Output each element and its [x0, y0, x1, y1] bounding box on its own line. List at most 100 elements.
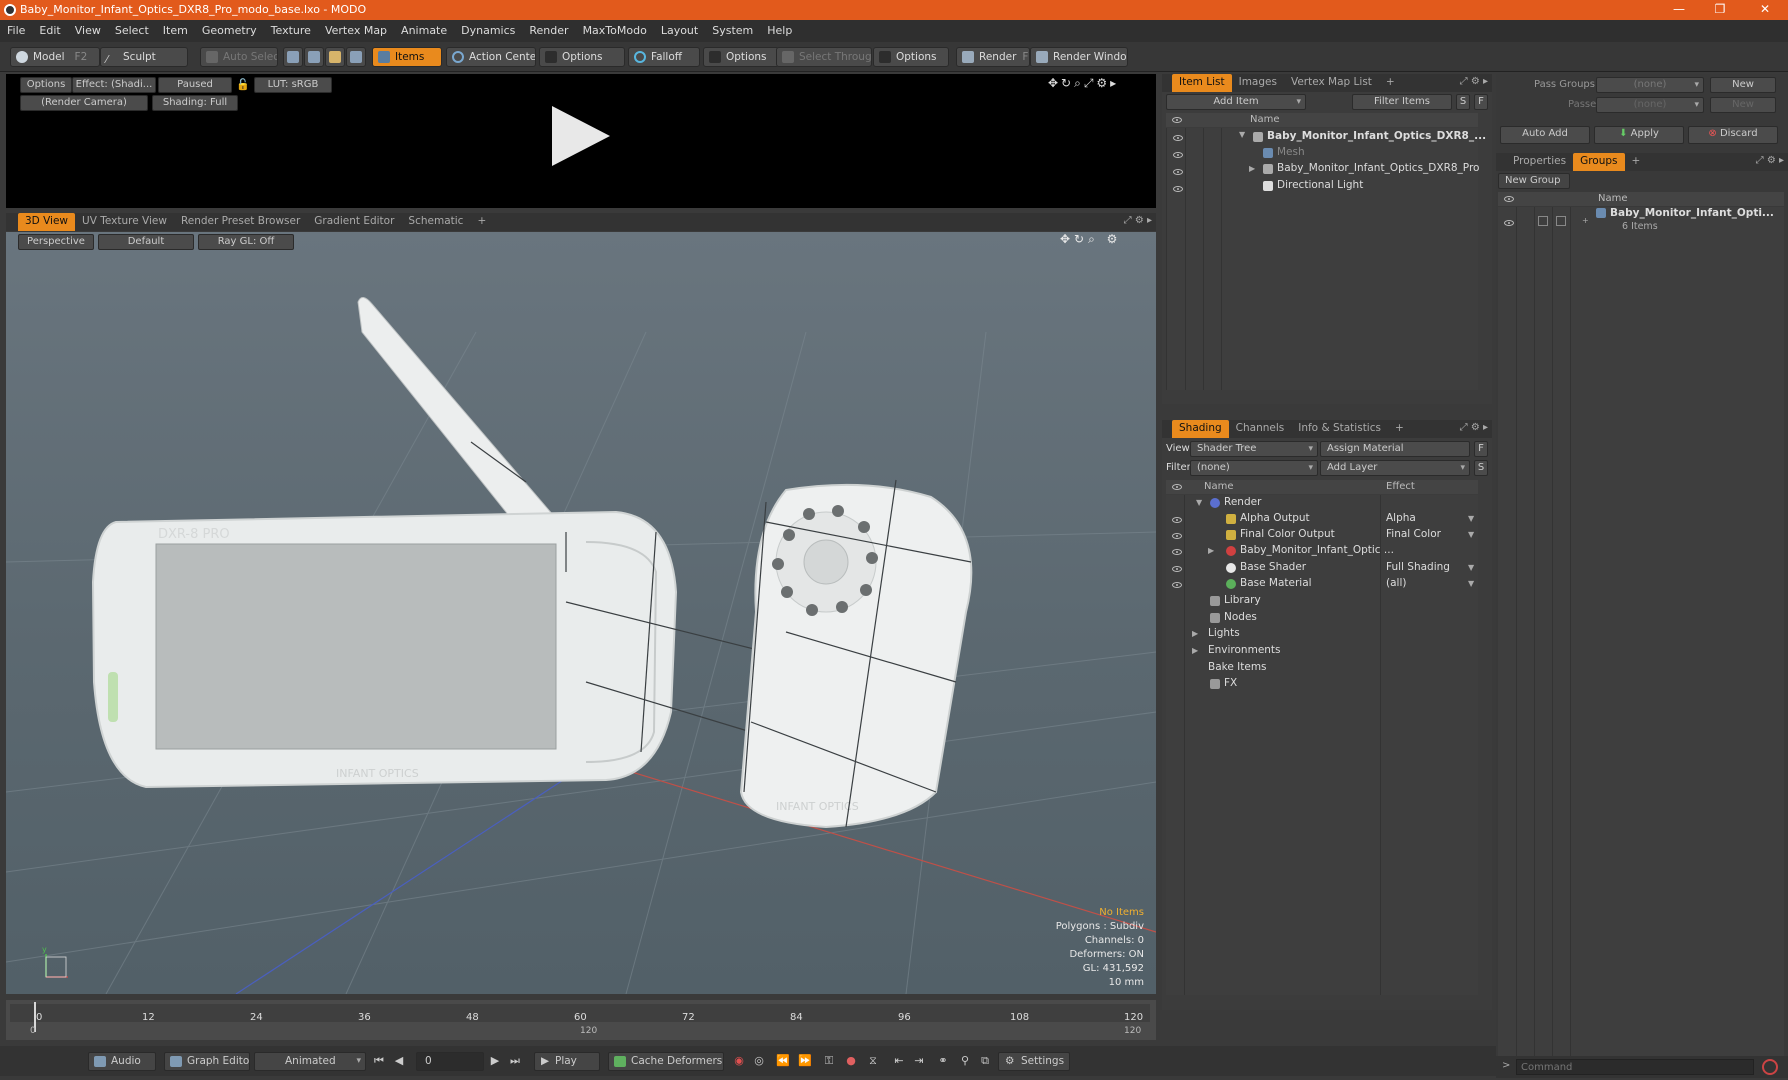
tab-vertex-map-list[interactable]: Vertex Map List	[1284, 74, 1379, 92]
preview-view-controls[interactable]: ✥↻⌕⤢⚙▸	[1048, 76, 1119, 91]
tab-schematic[interactable]: Schematic	[401, 213, 470, 231]
effect-dropdown-arrow[interactable]: ▼	[1468, 563, 1474, 572]
auto-add-button[interactable]: Auto Add	[1500, 126, 1590, 144]
close-button[interactable]: ✕	[1742, 0, 1788, 20]
graph-editor-button[interactable]: Graph Editor	[164, 1052, 250, 1071]
effect-all[interactable]: (all)	[1386, 577, 1406, 589]
step-forward-icon[interactable]: ▶	[488, 1054, 502, 1068]
expand-plus-icon[interactable]: +	[1582, 216, 1589, 225]
filter-dropdown[interactable]: (none)	[1190, 460, 1318, 476]
tab-properties[interactable]: Properties	[1506, 153, 1573, 171]
tab-channels[interactable]: Channels	[1229, 420, 1292, 438]
pass-groups-dropdown[interactable]: (none)	[1596, 77, 1704, 93]
apply-button[interactable]: ⬇ Apply	[1594, 126, 1684, 144]
shading-s-button[interactable]: S	[1474, 460, 1488, 476]
cache-deformers-button[interactable]: Cache Deformers	[608, 1052, 724, 1071]
discard-button[interactable]: ⊗ Discard	[1688, 126, 1778, 144]
menu-animate[interactable]: Animate	[394, 20, 454, 42]
panel-expand-icon[interactable]: ⤢ ⚙ ▸	[1124, 215, 1152, 226]
expand-arrow-icon[interactable]: ▶	[1192, 646, 1198, 655]
shader-tree-dropdown[interactable]: Shader Tree	[1190, 441, 1318, 457]
menu-select[interactable]: Select	[108, 20, 156, 42]
passes-dropdown[interactable]: (none)	[1596, 97, 1704, 113]
vertices-mode-button[interactable]	[283, 47, 303, 67]
menu-view[interactable]: View	[68, 20, 108, 42]
link-icon[interactable]: ⚭	[936, 1054, 950, 1068]
tab-render-preset-browser[interactable]: Render Preset Browser	[174, 213, 307, 231]
effect-dropdown-arrow[interactable]: ▼	[1468, 530, 1474, 539]
raygl-dropdown[interactable]: Ray GL: Off	[198, 234, 294, 250]
auto-key-icon[interactable]: ◎	[752, 1054, 766, 1068]
preview-effect-dropdown[interactable]: Effect: (Shadi...	[72, 77, 156, 93]
lock-toggle[interactable]	[1538, 216, 1548, 226]
timeline[interactable]: 0 12 24 36 48 60 72 84 96 108 120 0 120 …	[6, 1000, 1156, 1040]
menu-file[interactable]: File	[0, 20, 32, 42]
polygons-mode-button[interactable]	[325, 47, 345, 67]
falloff-button[interactable]: Falloff	[628, 47, 700, 67]
menu-dynamics[interactable]: Dynamics	[454, 20, 522, 42]
shader-row-render[interactable]: Render	[1224, 496, 1261, 508]
select-through-options-button[interactable]: Options	[873, 47, 949, 67]
visibility-toggle-icon[interactable]	[1173, 169, 1183, 175]
menu-geometry[interactable]: Geometry	[195, 20, 264, 42]
tab-item-list[interactable]: Item List	[1172, 74, 1232, 92]
maximize-button[interactable]: ❐	[1697, 0, 1743, 20]
falloff-options-button[interactable]: Options	[703, 47, 779, 67]
effect-full-shading[interactable]: Full Shading	[1386, 561, 1450, 573]
effect-dropdown-arrow[interactable]: ▼	[1468, 514, 1474, 523]
step-back-icon[interactable]: ◀	[392, 1054, 406, 1068]
shader-row-fx[interactable]: FX	[1224, 677, 1237, 689]
materials-mode-button[interactable]	[346, 47, 366, 67]
menu-system[interactable]: System	[705, 20, 760, 42]
add-tab-button[interactable]: +	[1625, 153, 1648, 171]
key-nav-icon[interactable]: ⧖	[866, 1054, 880, 1068]
key-icon[interactable]: ⚿	[822, 1054, 836, 1068]
render-button[interactable]: Render F9	[956, 47, 1030, 67]
add-tab-button[interactable]: +	[1388, 420, 1411, 438]
assign-material-button[interactable]: Assign Material	[1320, 441, 1470, 457]
edges-mode-button[interactable]	[304, 47, 324, 67]
select-through-button[interactable]: Select Through	[776, 47, 872, 67]
shading-f-button[interactable]: F	[1474, 441, 1488, 457]
command-history-icon[interactable]	[1762, 1059, 1778, 1075]
tab-info-statistics[interactable]: Info & Statistics	[1291, 420, 1388, 438]
play-icon[interactable]	[552, 106, 610, 166]
play-button[interactable]: ▶ Play	[534, 1052, 600, 1071]
action-center-button[interactable]: Action Center	[446, 47, 536, 67]
item-light-row[interactable]: Directional Light	[1277, 179, 1363, 191]
item-model-row[interactable]: Baby_Monitor_Infant_Optics_DXR8_Pro	[1277, 162, 1479, 174]
menu-vertex-map[interactable]: Vertex Map	[318, 20, 394, 42]
skip-start-icon[interactable]: ⏮	[372, 1054, 386, 1068]
shader-row-final-color-output[interactable]: Final Color Output	[1240, 528, 1335, 540]
viewport-nav-controls[interactable]: ✥↻⌕ ⚙	[1060, 232, 1121, 247]
shader-row-base-shader[interactable]: Base Shader	[1240, 561, 1306, 573]
filter-items-field[interactable]: Filter Items	[1352, 94, 1452, 110]
shader-row-bake-items[interactable]: Bake Items	[1208, 661, 1267, 673]
menu-layout[interactable]: Layout	[654, 20, 705, 42]
tab-images[interactable]: Images	[1232, 74, 1284, 92]
menu-help[interactable]: Help	[760, 20, 799, 42]
effect-dropdown-arrow[interactable]: ▼	[1468, 579, 1474, 588]
preview-paused-button[interactable]: Paused	[158, 77, 232, 93]
visibility-toggle-icon[interactable]	[1172, 582, 1182, 588]
animated-dropdown[interactable]: Animated	[254, 1052, 366, 1071]
new-pass-button[interactable]: New	[1710, 97, 1776, 113]
auto-select-button[interactable]: Auto Select	[200, 47, 278, 67]
panel-expand-icon[interactable]: ⤢ ⚙ ▸	[1460, 76, 1488, 87]
tab-groups[interactable]: Groups	[1573, 153, 1625, 171]
effect-final-color[interactable]: Final Color	[1386, 528, 1441, 540]
constraint-icon[interactable]: ⚲	[958, 1054, 972, 1068]
record-key-icon[interactable]: ◉	[732, 1054, 746, 1068]
item-scene-row[interactable]: Baby_Monitor_Infant_Optics_DXR8_...	[1267, 130, 1486, 142]
perspective-dropdown[interactable]: Perspective	[18, 234, 94, 250]
new-group-button[interactable]: New Group	[1498, 173, 1570, 189]
menu-texture[interactable]: Texture	[264, 20, 318, 42]
preview-options-button[interactable]: Options	[20, 77, 72, 93]
action-center-options-button[interactable]: Options	[539, 47, 625, 67]
shader-row-material-group[interactable]: Baby_Monitor_Infant_Optic ...	[1240, 544, 1394, 556]
add-tab-button[interactable]: +	[1379, 74, 1402, 92]
expand-arrow-icon[interactable]: ▶	[1249, 164, 1255, 173]
shader-row-lights[interactable]: Lights	[1208, 627, 1240, 639]
group-row[interactable]: Baby_Monitor_Infant_Opti...	[1610, 207, 1774, 219]
panel-expand-icon[interactable]: ⤢ ⚙ ▸	[1756, 155, 1784, 166]
